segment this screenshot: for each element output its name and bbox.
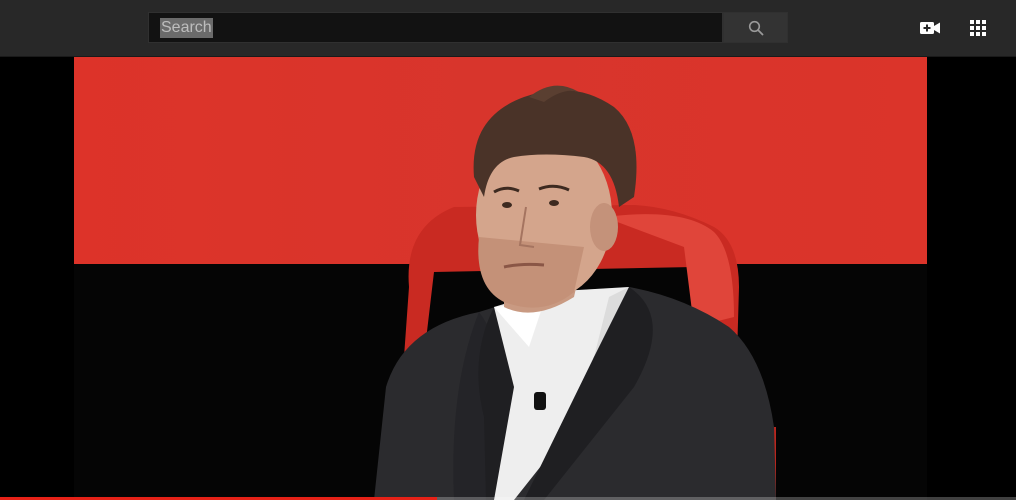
video-frame[interactable] [74, 57, 927, 500]
video-player[interactable] [0, 57, 1016, 500]
search-placeholder-highlight: Search [160, 18, 213, 38]
apps-button[interactable] [966, 16, 990, 40]
search-button[interactable] [723, 12, 788, 43]
search-box[interactable]: Search [148, 12, 723, 43]
search-input[interactable] [149, 13, 722, 42]
video-upload-icon [920, 22, 940, 34]
upload-video-button[interactable] [918, 16, 942, 40]
top-bar: Search [0, 0, 1016, 57]
search-icon [748, 20, 763, 35]
speaker-image [374, 85, 776, 500]
apps-grid-icon [970, 20, 986, 36]
